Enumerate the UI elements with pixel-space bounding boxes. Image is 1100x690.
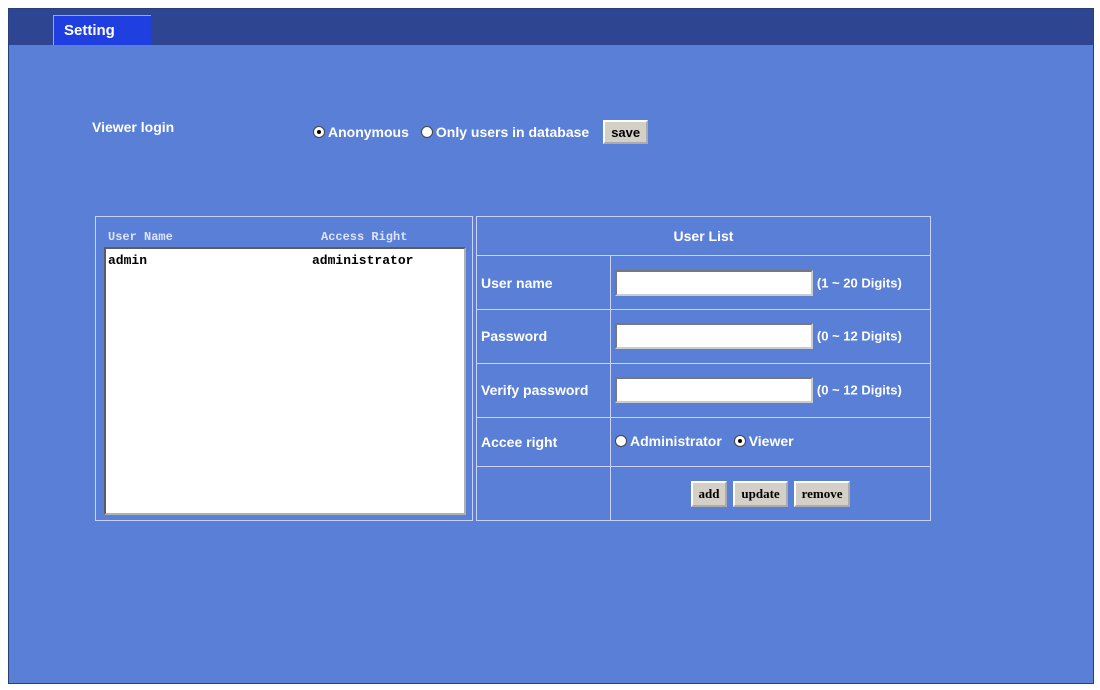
- username-input[interactable]: [615, 269, 813, 296]
- column-access-right: Access Right: [321, 230, 408, 244]
- remove-button[interactable]: remove: [793, 480, 851, 507]
- viewer-option[interactable]: Viewer: [733, 433, 794, 450]
- viewer-label: Viewer: [748, 433, 794, 450]
- action-buttons: add update remove: [610, 466, 931, 521]
- tab-setting[interactable]: Setting: [53, 15, 151, 45]
- administrator-label: Administrator: [630, 433, 722, 450]
- anonymous-option[interactable]: Anonymous: [313, 124, 409, 140]
- user-listbox[interactable]: admin administrator: [104, 247, 466, 515]
- password-input[interactable]: [615, 323, 813, 350]
- anonymous-label: Anonymous: [328, 124, 409, 140]
- database-users-radio[interactable]: [420, 126, 433, 138]
- username-hint: (1 ~ 20 Digits): [816, 275, 902, 291]
- top-bar: Setting: [9, 9, 1093, 45]
- row-user-name: admin: [108, 253, 148, 268]
- add-button[interactable]: add: [690, 480, 728, 507]
- user-list-panel: User Name Access Right admin administrat…: [95, 216, 473, 521]
- table-row[interactable]: admin administrator: [106, 249, 464, 268]
- column-user-name: User Name: [108, 230, 173, 244]
- username-label: User name: [476, 255, 611, 311]
- user-form: User List User name (1 ~ 20 Digits) Pass…: [476, 215, 931, 521]
- administrator-radio[interactable]: [615, 435, 627, 448]
- verify-password-input[interactable]: [615, 377, 813, 404]
- database-users-option[interactable]: Only users in database: [420, 124, 590, 140]
- viewer-login-options: Anonymous Only users in database save: [313, 120, 649, 144]
- database-users-label: Only users in database: [435, 124, 590, 140]
- anonymous-radio[interactable]: [313, 126, 325, 138]
- administrator-option[interactable]: Administrator: [615, 433, 722, 449]
- row-access-right: administrator: [312, 253, 414, 268]
- viewer-radio[interactable]: [733, 435, 746, 448]
- user-list-title: User List: [476, 215, 931, 257]
- empty-cell: [476, 466, 611, 521]
- save-button[interactable]: save: [603, 120, 649, 144]
- user-list-header: User Name Access Right: [96, 217, 472, 245]
- verify-password-hint: (0 ~ 12 Digits): [816, 382, 902, 398]
- update-button[interactable]: update: [733, 480, 788, 507]
- settings-frame: Setting Viewer login Anonymous Only user…: [8, 8, 1094, 684]
- password-label: Password: [476, 309, 611, 364]
- access-right-label: Accee right: [476, 416, 611, 468]
- password-hint: (0 ~ 12 Digits): [816, 328, 902, 344]
- viewer-login-label: Viewer login: [92, 119, 175, 135]
- verify-password-label: Verify password: [476, 362, 611, 418]
